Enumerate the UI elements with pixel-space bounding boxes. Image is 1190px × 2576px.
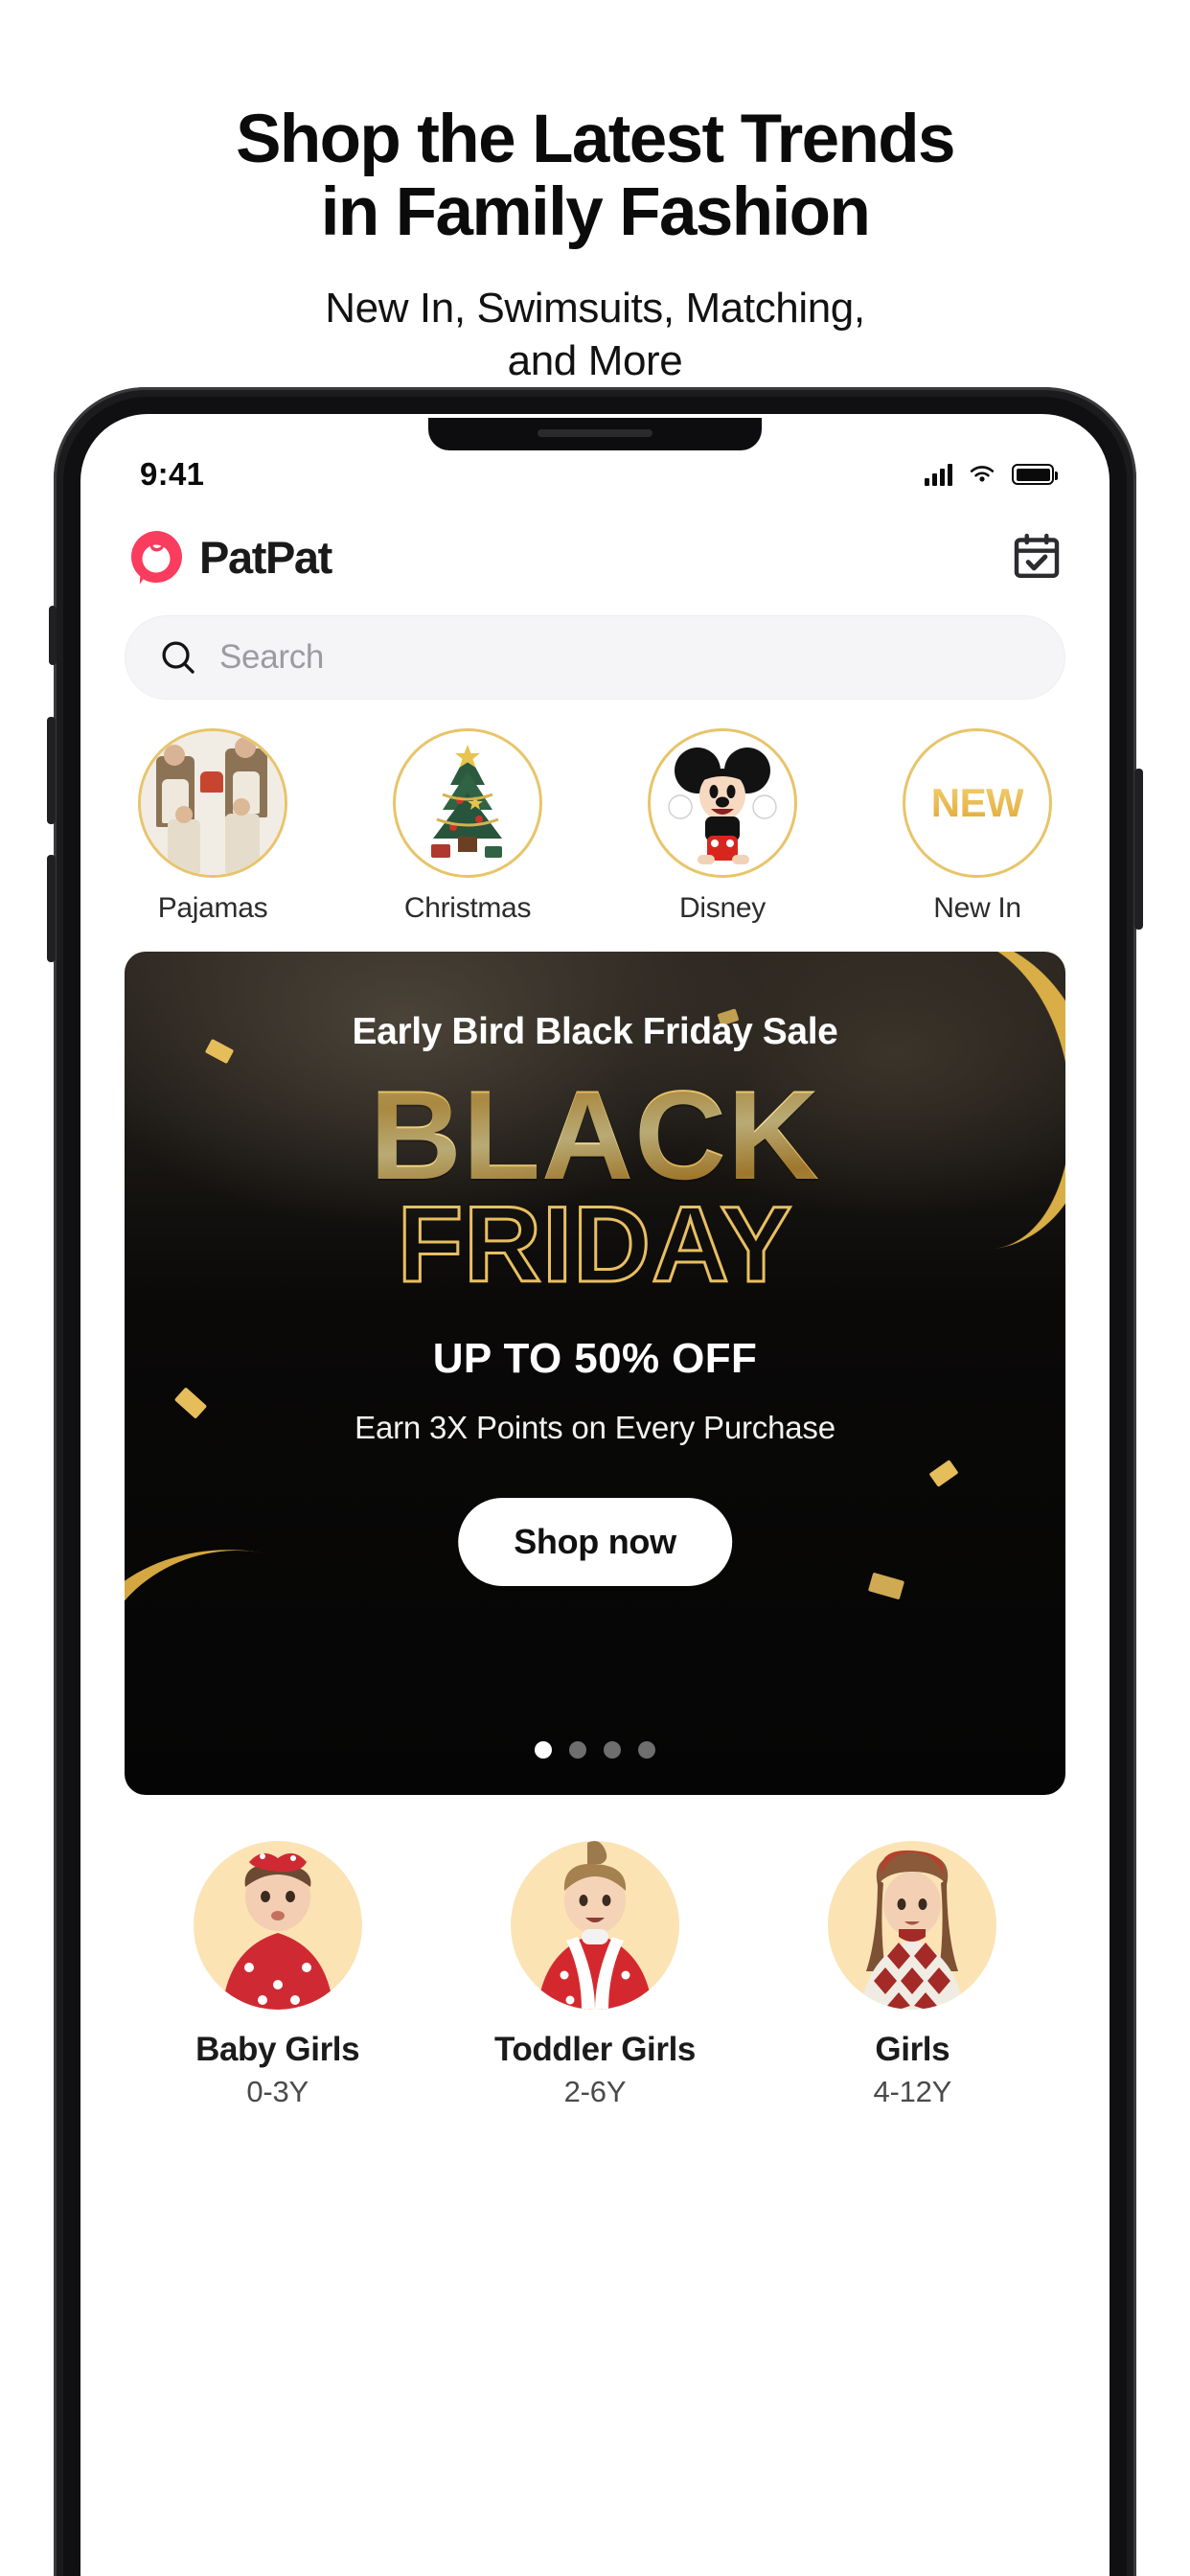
category-item-christmas[interactable]: Christmas [381,728,554,925]
category-item-disney[interactable]: Disney [636,728,809,925]
promo-subtitle-line-1: New In, Swimsuits, Matching, [325,284,865,332]
age-group-girls[interactable]: Girls 4-12Y [778,1841,1046,2109]
category-label: Disney [679,892,766,924]
age-group-range: 4-12Y [873,2075,952,2108]
category-label: Pajamas [157,892,268,924]
banner-eyebrow: Early Bird Black Friday Sale [352,1011,838,1052]
calendar-check-icon[interactable] [1010,530,1064,584]
shop-now-button[interactable]: Shop now [458,1498,732,1586]
age-group-name: Baby Girls [195,2031,360,2068]
confetti-decor [867,1572,905,1600]
age-group-range: 2-6Y [563,2075,627,2108]
category-label: New In [933,892,1021,924]
toddler-girl-photo [510,1841,679,2010]
search-section: Search [80,596,1110,700]
search-input[interactable]: Search [219,638,324,677]
battery-full-icon [1012,464,1058,485]
search-bar[interactable]: Search [125,615,1065,700]
volume-up-button[interactable] [47,717,56,824]
status-bar: 9:41 [80,414,1110,506]
mute-switch[interactable] [49,606,57,665]
category-label: Christmas [403,892,532,924]
promo-title-line-2: in Family Fashion [320,173,871,250]
promo-header: Shop the Latest Trends in Family Fashion… [0,0,1190,387]
banner-headline-bottom: FRIDAY [396,1184,793,1304]
banner-points-note: Earn 3X Points on Every Purchase [355,1410,835,1445]
age-group-section: Baby Girls 0-3Y Toddler Girls 2-6Y Girls… [80,1795,1110,2109]
search-icon [162,641,195,674]
promo-subtitle: New In, Swimsuits, Matching, and More [0,282,1190,387]
age-group-name: Toddler Girls [493,2031,696,2068]
girl-photo [828,1841,997,2010]
wifi-icon [970,466,995,482]
confetti-decor [928,1460,959,1487]
age-group-toddler-girls[interactable]: Toddler Girls 2-6Y [461,1841,729,2109]
promo-title-line-1: Shop the Latest Trends [236,102,955,177]
brand-logo[interactable]: PatPat [126,527,332,586]
carousel-pagination[interactable] [125,1741,1065,1759]
category-shortcuts: Pajamas Christmas Disney NEW New In [80,700,1110,925]
banner-discount: UP TO 50% OFF [432,1335,758,1382]
banner-headline-top: BLACK [125,1072,1065,1200]
cellular-signal-icon [925,463,952,486]
app-store-promo-screenshot: Shop the Latest Trends in Family Fashion… [0,0,1190,2576]
power-button[interactable] [1134,769,1143,930]
carousel-dot[interactable] [569,1741,586,1759]
new-badge-icon: NEW [903,728,1052,878]
volume-down-button[interactable] [47,855,56,962]
brand-name: PatPat [199,531,332,583]
mickey-mouse-icon [648,728,797,878]
page-title: Shop the Latest Trends in Family Fashion [0,104,1190,249]
baby-girl-photo [193,1841,362,2010]
christmas-tree-icon [393,728,542,878]
family-pajamas-photo [138,728,287,878]
black-friday-banner[interactable]: Early Bird Black Friday Sale BLACK FRIDA… [125,952,1065,1795]
phone-mockup: 9:41 PatPat Search Pajamas Christmas Dis… [47,387,1143,2576]
hero-banner-section: Early Bird Black Friday Sale BLACK FRIDA… [80,925,1110,1795]
app-header: PatPat [80,506,1110,596]
carousel-dot[interactable] [604,1741,621,1759]
age-group-range: 0-3Y [246,2075,309,2108]
age-group-baby-girls[interactable]: Baby Girls 0-3Y [144,1841,412,2109]
phone-screen: 9:41 PatPat Search Pajamas Christmas Dis… [80,414,1110,2576]
category-item-pajamas[interactable]: Pajamas [126,728,299,925]
carousel-dot[interactable] [638,1741,655,1759]
category-item-new-in[interactable]: NEW New In [891,728,1064,925]
new-badge-text: NEW [930,780,1024,825]
status-time: 9:41 [140,456,205,492]
patpat-logo-icon [130,531,182,585]
status-indicators [925,463,1058,486]
carousel-dot-active[interactable] [535,1741,552,1759]
promo-subtitle-line-2: and More [507,336,683,384]
age-group-name: Girls [875,2031,950,2068]
